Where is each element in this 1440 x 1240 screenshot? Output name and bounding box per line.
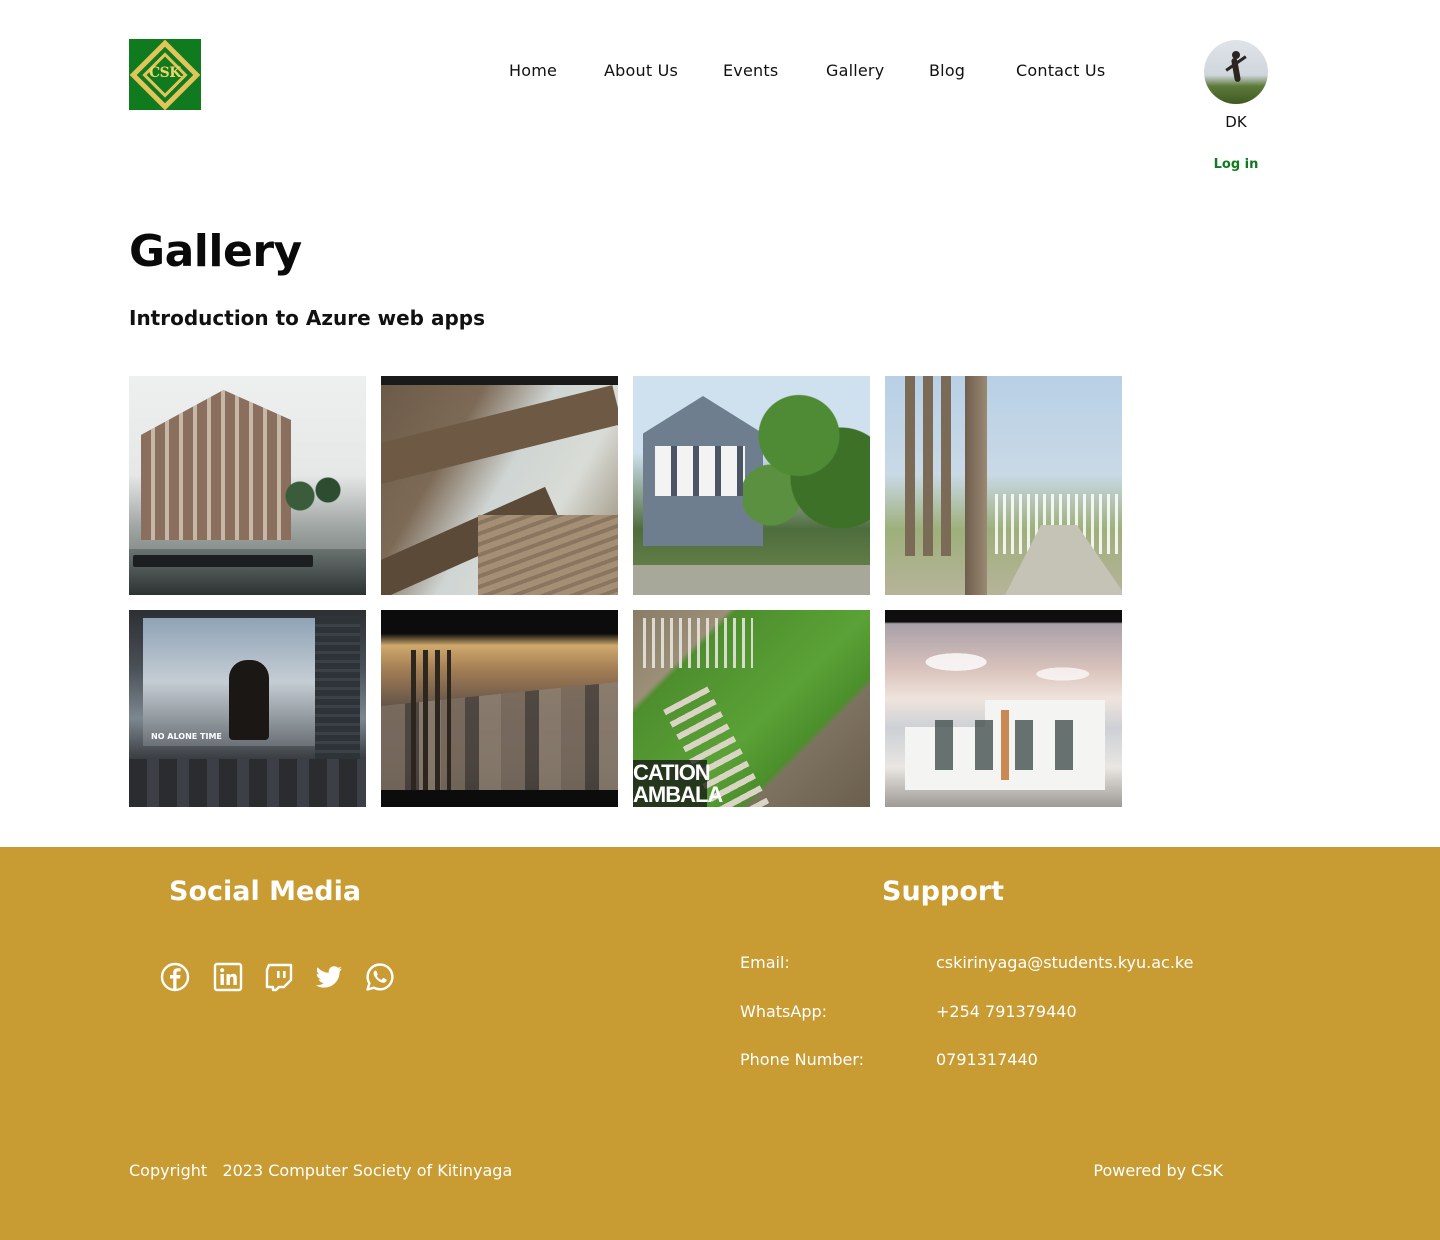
login-link[interactable]: Log in: [1200, 157, 1272, 172]
photo-people: [229, 660, 269, 740]
support-whatsapp-value[interactable]: +254 791379440: [936, 1002, 1077, 1021]
gallery-photo-villa[interactable]: [885, 610, 1122, 807]
photo-building: [141, 390, 291, 540]
site-logo[interactable]: CSK: [129, 39, 201, 110]
gallery-photo-house[interactable]: [633, 376, 870, 595]
nav-about-us[interactable]: About Us: [604, 61, 678, 80]
whatsapp-icon[interactable]: [365, 962, 395, 992]
photo-accent: [1001, 710, 1009, 780]
support-phone-label: Phone Number:: [740, 1050, 865, 1069]
facebook-icon[interactable]: [160, 962, 190, 992]
photo-panel: [315, 618, 360, 768]
powered-by-text: Powered by CSK: [1093, 1161, 1223, 1180]
twitch-icon[interactable]: [264, 962, 294, 992]
photo-palm: [941, 376, 951, 556]
photo-pergola: [643, 618, 753, 668]
photo-deck: [478, 515, 618, 595]
nav-home[interactable]: Home: [509, 61, 557, 80]
photo-palm: [923, 376, 933, 556]
support-phone-value[interactable]: 0791317440: [936, 1050, 1038, 1069]
photo-street: [633, 565, 870, 595]
nav-blog[interactable]: Blog: [929, 61, 965, 80]
nav-contact-us[interactable]: Contact Us: [1016, 61, 1105, 80]
photo-clouds: [885, 630, 1122, 710]
page-title: Gallery: [129, 226, 302, 277]
support-email-value[interactable]: cskirinyaga@students.kyu.ac.ke: [936, 953, 1193, 972]
photo-windows: [935, 720, 1095, 770]
twitter-icon[interactable]: [314, 962, 344, 992]
user-avatar[interactable]: [1204, 40, 1268, 104]
gallery-photo-apartment[interactable]: [129, 376, 366, 595]
photo-caption: CATION AMBALA: [633, 760, 723, 807]
photo-windows: [655, 446, 745, 496]
copyright-text: Copyright 2023 Computer Society of Kitin…: [129, 1161, 513, 1180]
support-heading: Support: [882, 876, 1005, 907]
album-title: Introduction to Azure web apps: [129, 306, 485, 330]
site-footer: Social Media Support Email: cskirinyaga@…: [0, 847, 1440, 1240]
support-whatsapp-label: WhatsApp:: [740, 1002, 828, 1021]
gallery-photo-street[interactable]: [885, 376, 1122, 595]
nav-gallery[interactable]: Gallery: [826, 61, 884, 80]
photo-palms: [411, 650, 451, 790]
photo-toolbar: [133, 555, 313, 567]
social-media-heading: Social Media: [169, 876, 362, 907]
photo-trunk: [965, 376, 987, 595]
photo-caption: NO ALONE TIME: [151, 732, 222, 741]
nav-events[interactable]: Events: [723, 61, 778, 80]
gallery-photo-editor[interactable]: NO ALONE TIME: [129, 610, 366, 807]
photo-trees: [279, 466, 349, 526]
gallery-photo-city[interactable]: [381, 610, 618, 807]
photo-tree: [743, 376, 870, 546]
photo-letterbox: [381, 376, 618, 385]
gallery-photo-garden[interactable]: CATION AMBALA: [633, 610, 870, 807]
photo-palm: [905, 376, 915, 556]
photo-timeline: [129, 759, 366, 807]
photo-rail: [381, 385, 618, 487]
linkedin-icon[interactable]: [213, 962, 243, 992]
gallery-photo-boardwalk[interactable]: [381, 376, 618, 595]
user-name: DK: [1225, 113, 1247, 131]
logo-text: CSK: [149, 65, 181, 81]
support-email-label: Email:: [740, 953, 790, 972]
